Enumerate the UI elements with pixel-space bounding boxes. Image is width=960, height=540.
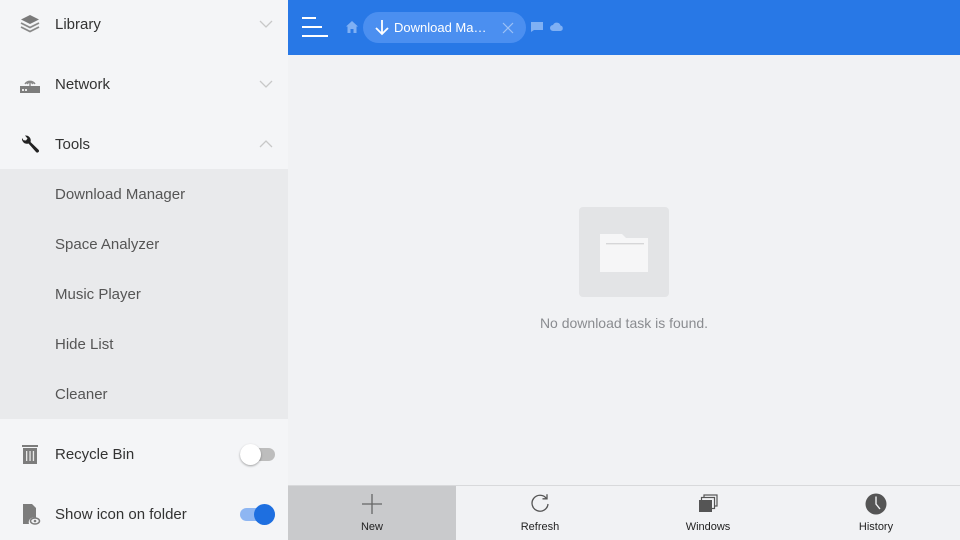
close-icon[interactable] xyxy=(502,22,514,34)
trash-icon xyxy=(19,443,41,465)
main-content: No download task is found. xyxy=(288,55,960,485)
refresh-button[interactable]: Refresh xyxy=(456,486,624,540)
toggle-knob xyxy=(240,444,261,465)
refresh-icon xyxy=(531,494,549,512)
toggle-label: Recycle Bin xyxy=(55,445,135,463)
menu-button[interactable] xyxy=(302,15,328,39)
sidebar-item-network[interactable]: Network xyxy=(0,54,288,114)
submenu-item-label: Hide List xyxy=(55,335,114,353)
button-label: New xyxy=(360,521,383,533)
layers-icon xyxy=(19,13,41,35)
menu-icon-line xyxy=(302,35,328,37)
submenu-item-cleaner[interactable]: Cleaner xyxy=(0,369,288,419)
sidebar-item-show-icon-on-folder[interactable]: Show icon on folder xyxy=(0,484,288,540)
clock-icon xyxy=(865,493,887,515)
home-icon[interactable] xyxy=(345,20,359,34)
bottom-toolbar: New Refresh Windows History xyxy=(288,485,960,540)
submenu-item-label: Space Analyzer xyxy=(55,235,160,253)
download-arrow-icon xyxy=(375,20,389,36)
show-icon-on-folder-toggle[interactable] xyxy=(240,503,276,525)
message-icon[interactable] xyxy=(531,22,543,32)
chevron-up-icon[interactable] xyxy=(259,139,273,149)
submenu-item-hide-list[interactable]: Hide List xyxy=(0,319,288,369)
history-button[interactable]: History xyxy=(792,486,960,540)
menu-icon-line xyxy=(302,17,316,19)
windows-stack-icon xyxy=(699,494,718,512)
recycle-bin-toggle[interactable] xyxy=(240,443,276,465)
tab-download-manager[interactable]: Download Ma… xyxy=(363,12,526,43)
sidebar-item-tools[interactable]: Tools xyxy=(0,114,288,174)
router-icon xyxy=(19,73,41,95)
file-eye-icon xyxy=(19,503,41,525)
submenu-item-download-manager[interactable]: Download Manager xyxy=(0,169,288,219)
sidebar-item-recycle-bin[interactable]: Recycle Bin xyxy=(0,424,288,484)
button-label: History xyxy=(858,521,894,533)
sidebar: Library Network Tools Download Manager S… xyxy=(0,0,288,540)
menu-icon-line xyxy=(302,26,322,28)
toggle-label: Show icon on folder xyxy=(55,505,187,523)
empty-state-illustration xyxy=(579,207,669,297)
submenu-item-space-analyzer[interactable]: Space Analyzer xyxy=(0,219,288,269)
tab-label: Download Ma… xyxy=(394,20,487,35)
empty-state-message: No download task is found. xyxy=(539,315,709,331)
button-label: Refresh xyxy=(520,521,560,533)
top-bar: Download Ma… xyxy=(288,0,960,55)
folder-icon xyxy=(600,234,648,272)
submenu-item-label: Cleaner xyxy=(55,385,108,403)
new-button[interactable]: New xyxy=(288,486,456,540)
tools-submenu: Download Manager Space Analyzer Music Pl… xyxy=(0,169,288,419)
toggle-knob xyxy=(254,504,275,525)
submenu-item-label: Music Player xyxy=(55,285,141,303)
windows-button[interactable]: Windows xyxy=(624,486,792,540)
plus-icon xyxy=(362,494,382,514)
sidebar-item-library[interactable]: Library xyxy=(0,0,288,54)
sidebar-item-label: Library xyxy=(55,15,101,33)
cloud-icon[interactable] xyxy=(550,21,563,32)
sidebar-item-label: Network xyxy=(55,75,111,93)
submenu-item-music-player[interactable]: Music Player xyxy=(0,269,288,319)
submenu-item-label: Download Manager xyxy=(55,185,186,203)
chevron-down-icon[interactable] xyxy=(259,79,273,89)
sidebar-item-label: Tools xyxy=(55,135,91,153)
chevron-down-icon[interactable] xyxy=(259,19,273,29)
wrench-icon xyxy=(19,133,41,155)
button-label: Windows xyxy=(685,521,731,533)
